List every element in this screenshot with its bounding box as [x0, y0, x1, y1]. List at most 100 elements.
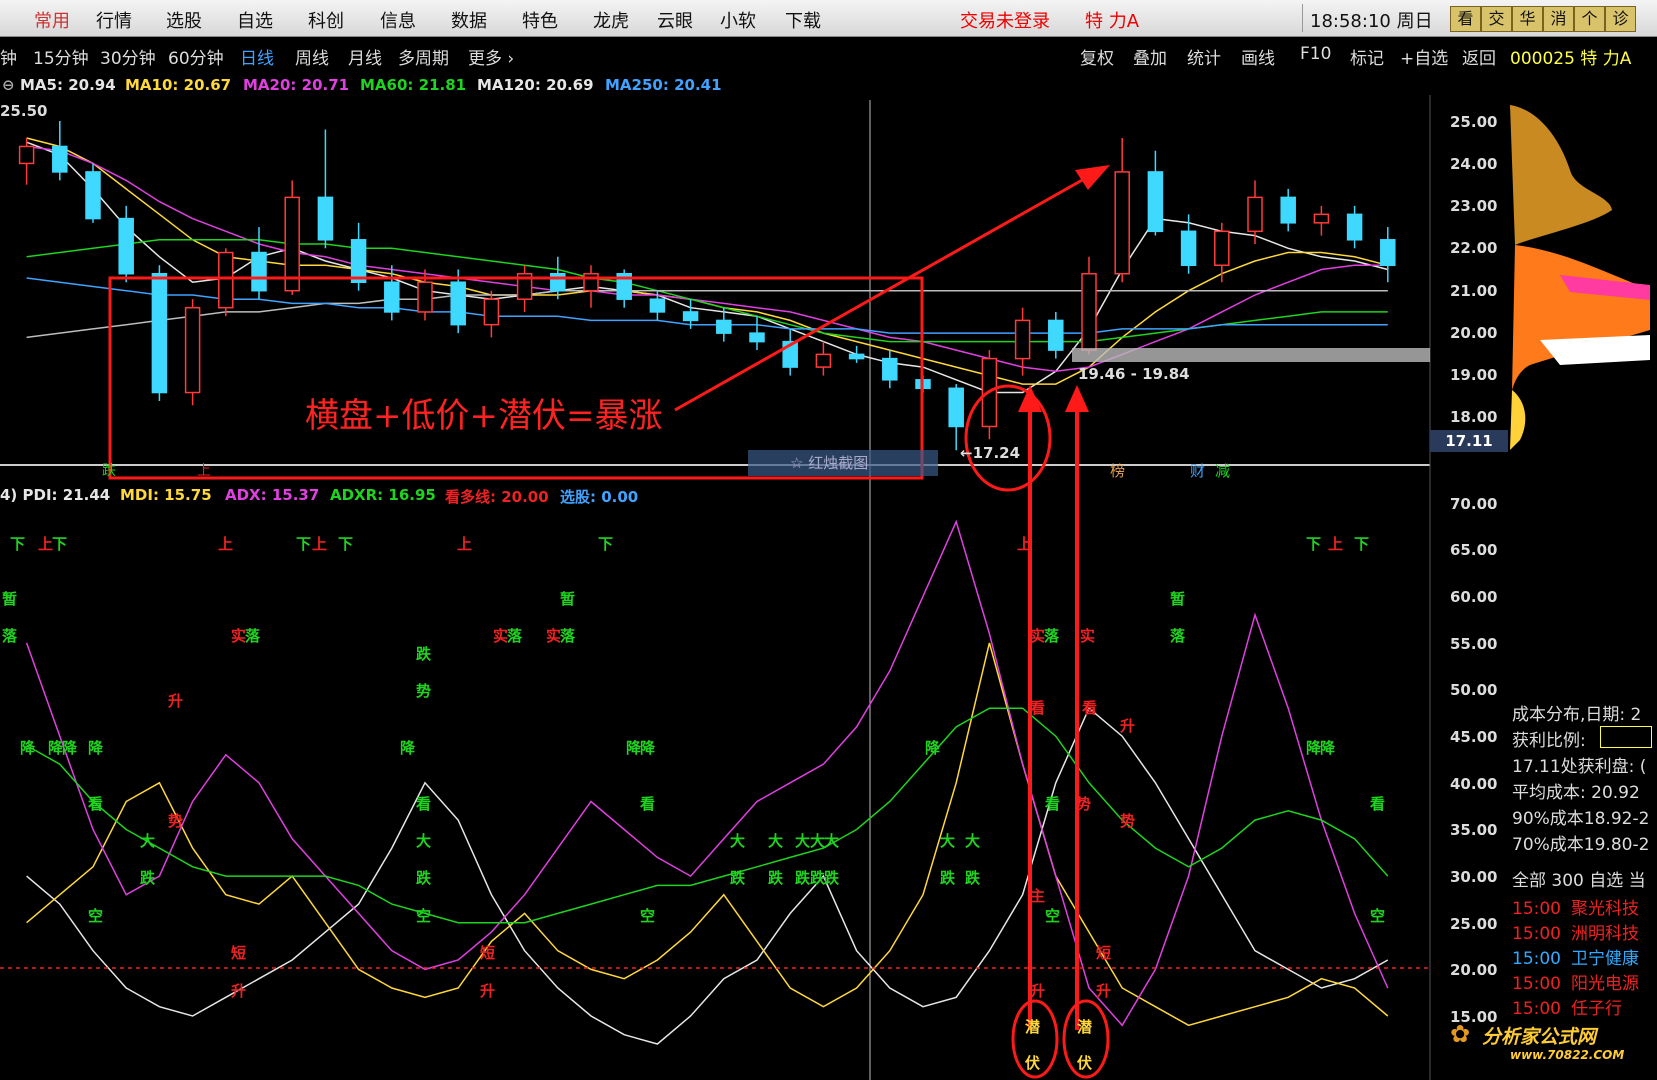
signal-drop: 跌 — [416, 645, 432, 663]
site-url: www.70822.COM — [1510, 1048, 1625, 1062]
range-label: 19.46 - 19.84 — [1078, 365, 1190, 383]
candle-body — [1313, 213, 1330, 224]
event-tag[interactable]: 跌 — [102, 460, 116, 480]
pdi-label: 4) PDI: 21.44 — [0, 486, 111, 504]
candle-body — [1247, 196, 1263, 233]
signal-rise: 升 — [1120, 717, 1136, 735]
signal-look: 看 — [1030, 699, 1046, 717]
signal-up: 上 — [38, 535, 54, 553]
news-item[interactable]: 15:00 任子行 — [1512, 994, 1622, 1019]
signal-big: 大 — [140, 832, 156, 850]
candle-body — [583, 272, 599, 292]
signal-look: 看 — [1370, 795, 1386, 813]
candle-body — [550, 272, 566, 292]
low-price-label: ←17.24 — [960, 444, 1021, 462]
signal-descend: 降 — [1320, 739, 1336, 757]
latent-char-1a: 潜 — [1025, 1018, 1041, 1036]
bullish-line-label: 看多线: 20.00 — [445, 488, 549, 506]
candle-body — [151, 272, 168, 394]
signal-empty: 空 — [1370, 907, 1386, 925]
avg-cost: 平均成本: 20.92 — [1512, 783, 1640, 803]
candle-body — [85, 171, 101, 220]
candle-body — [848, 353, 865, 360]
price-tick: 20.00 — [1450, 324, 1498, 342]
candle-body — [52, 145, 68, 173]
low-circle — [964, 384, 1052, 492]
current-price-tag: 17.11 — [1430, 430, 1508, 452]
candle-body — [251, 251, 267, 292]
event-tag[interactable]: 榜 — [1110, 460, 1125, 481]
news-item[interactable]: 15:00 卫宁健康 — [1512, 944, 1639, 969]
candle-body — [1048, 319, 1064, 351]
signal-down: 下 — [1354, 535, 1370, 553]
price-tick: 19.00 — [1450, 366, 1498, 384]
price-tick: 21.00 — [1450, 282, 1498, 300]
candle-body — [118, 217, 134, 275]
ind-tick: 60.00 — [1450, 588, 1498, 606]
cost-90: 90%成本18.92-2 — [1512, 809, 1650, 829]
news-time: 15:00 — [1512, 974, 1561, 994]
candle-body — [815, 353, 832, 368]
signal-drop: 跌 — [824, 869, 840, 887]
cost-70: 70%成本19.80-2 — [1512, 835, 1650, 855]
signal-descend: 降 — [925, 739, 941, 757]
ind-tick: 40.00 — [1450, 775, 1498, 793]
signal-descend: 降 — [20, 739, 36, 757]
event-tag[interactable]: 财 — [1190, 460, 1205, 481]
candle-body — [1180, 230, 1197, 267]
slogan-text: 横盘+低价+潜伏=暴涨 — [305, 396, 663, 436]
signal-real: 实 — [231, 627, 247, 645]
signal-down: 下 — [52, 535, 68, 553]
news-name: 卫宁健康 — [1571, 949, 1639, 969]
news-item[interactable]: 15:00 阳光电源 — [1512, 969, 1639, 994]
adxr-label: ADXR: 16.95 — [330, 486, 436, 504]
candle-body — [716, 319, 732, 334]
candle-body — [1214, 230, 1230, 267]
candle-body — [882, 357, 898, 381]
signal-look: 看 — [1082, 699, 1098, 717]
candle-body — [1081, 272, 1097, 351]
latent-char-2a: 潜 — [1077, 1018, 1093, 1036]
news-time: 15:00 — [1512, 999, 1561, 1019]
news-item[interactable]: 15:00 洲明科技 — [1512, 919, 1639, 944]
candles — [18, 121, 1396, 451]
signal-fall: 落 — [1044, 627, 1060, 645]
signal-down: 下 — [10, 535, 26, 553]
stock-chart[interactable] — [0, 0, 1657, 1080]
news-tabs[interactable]: 全部 300 自选 当 — [1512, 866, 1646, 891]
signal-fall: 落 — [245, 627, 261, 645]
signal-drop: 跌 — [416, 869, 432, 887]
signal-big: 大 — [810, 832, 826, 850]
signal-up: 上 — [218, 535, 234, 553]
ind-tick: 50.00 — [1450, 681, 1498, 699]
signal-big: 大 — [795, 832, 811, 850]
chip-distribution — [1510, 105, 1650, 450]
signal-empty: 空 — [640, 907, 656, 925]
ind-tick: 70.00 — [1450, 495, 1498, 513]
candle-body — [218, 251, 234, 309]
price-tick: 23.00 — [1450, 197, 1498, 215]
news-time: 15:00 — [1512, 949, 1561, 969]
ind-tick: 45.00 — [1450, 728, 1498, 746]
signal-fall: 落 — [1170, 627, 1186, 645]
chips-date-header: 成本分布,日期: 2 — [1512, 705, 1642, 725]
candle-body — [749, 332, 765, 343]
signal-pause: 暂 — [2, 590, 18, 608]
signal-short: 短 — [480, 944, 496, 962]
signal-down: 下 — [598, 535, 614, 553]
mdi-label: MDI: 15.75 — [120, 486, 212, 504]
candle-body — [384, 281, 400, 313]
news-name: 洲明科技 — [1571, 924, 1639, 944]
signal-real: 实 — [1030, 627, 1046, 645]
event-tag[interactable]: 上 — [197, 460, 211, 480]
flower-logo-icon: ✿ — [1450, 1020, 1471, 1048]
news-item[interactable]: 15:00 聚光科技 — [1512, 894, 1639, 919]
candle-body — [417, 281, 433, 313]
ind-tick: 30.00 — [1450, 868, 1498, 886]
signal-real: 实 — [1080, 627, 1096, 645]
signal-descend: 降 — [1306, 739, 1322, 757]
signal-down: 下 — [1306, 535, 1322, 553]
signal-fall: 落 — [2, 627, 18, 645]
event-tag[interactable]: 减 — [1215, 460, 1230, 481]
signal-short: 短 — [1096, 944, 1112, 962]
